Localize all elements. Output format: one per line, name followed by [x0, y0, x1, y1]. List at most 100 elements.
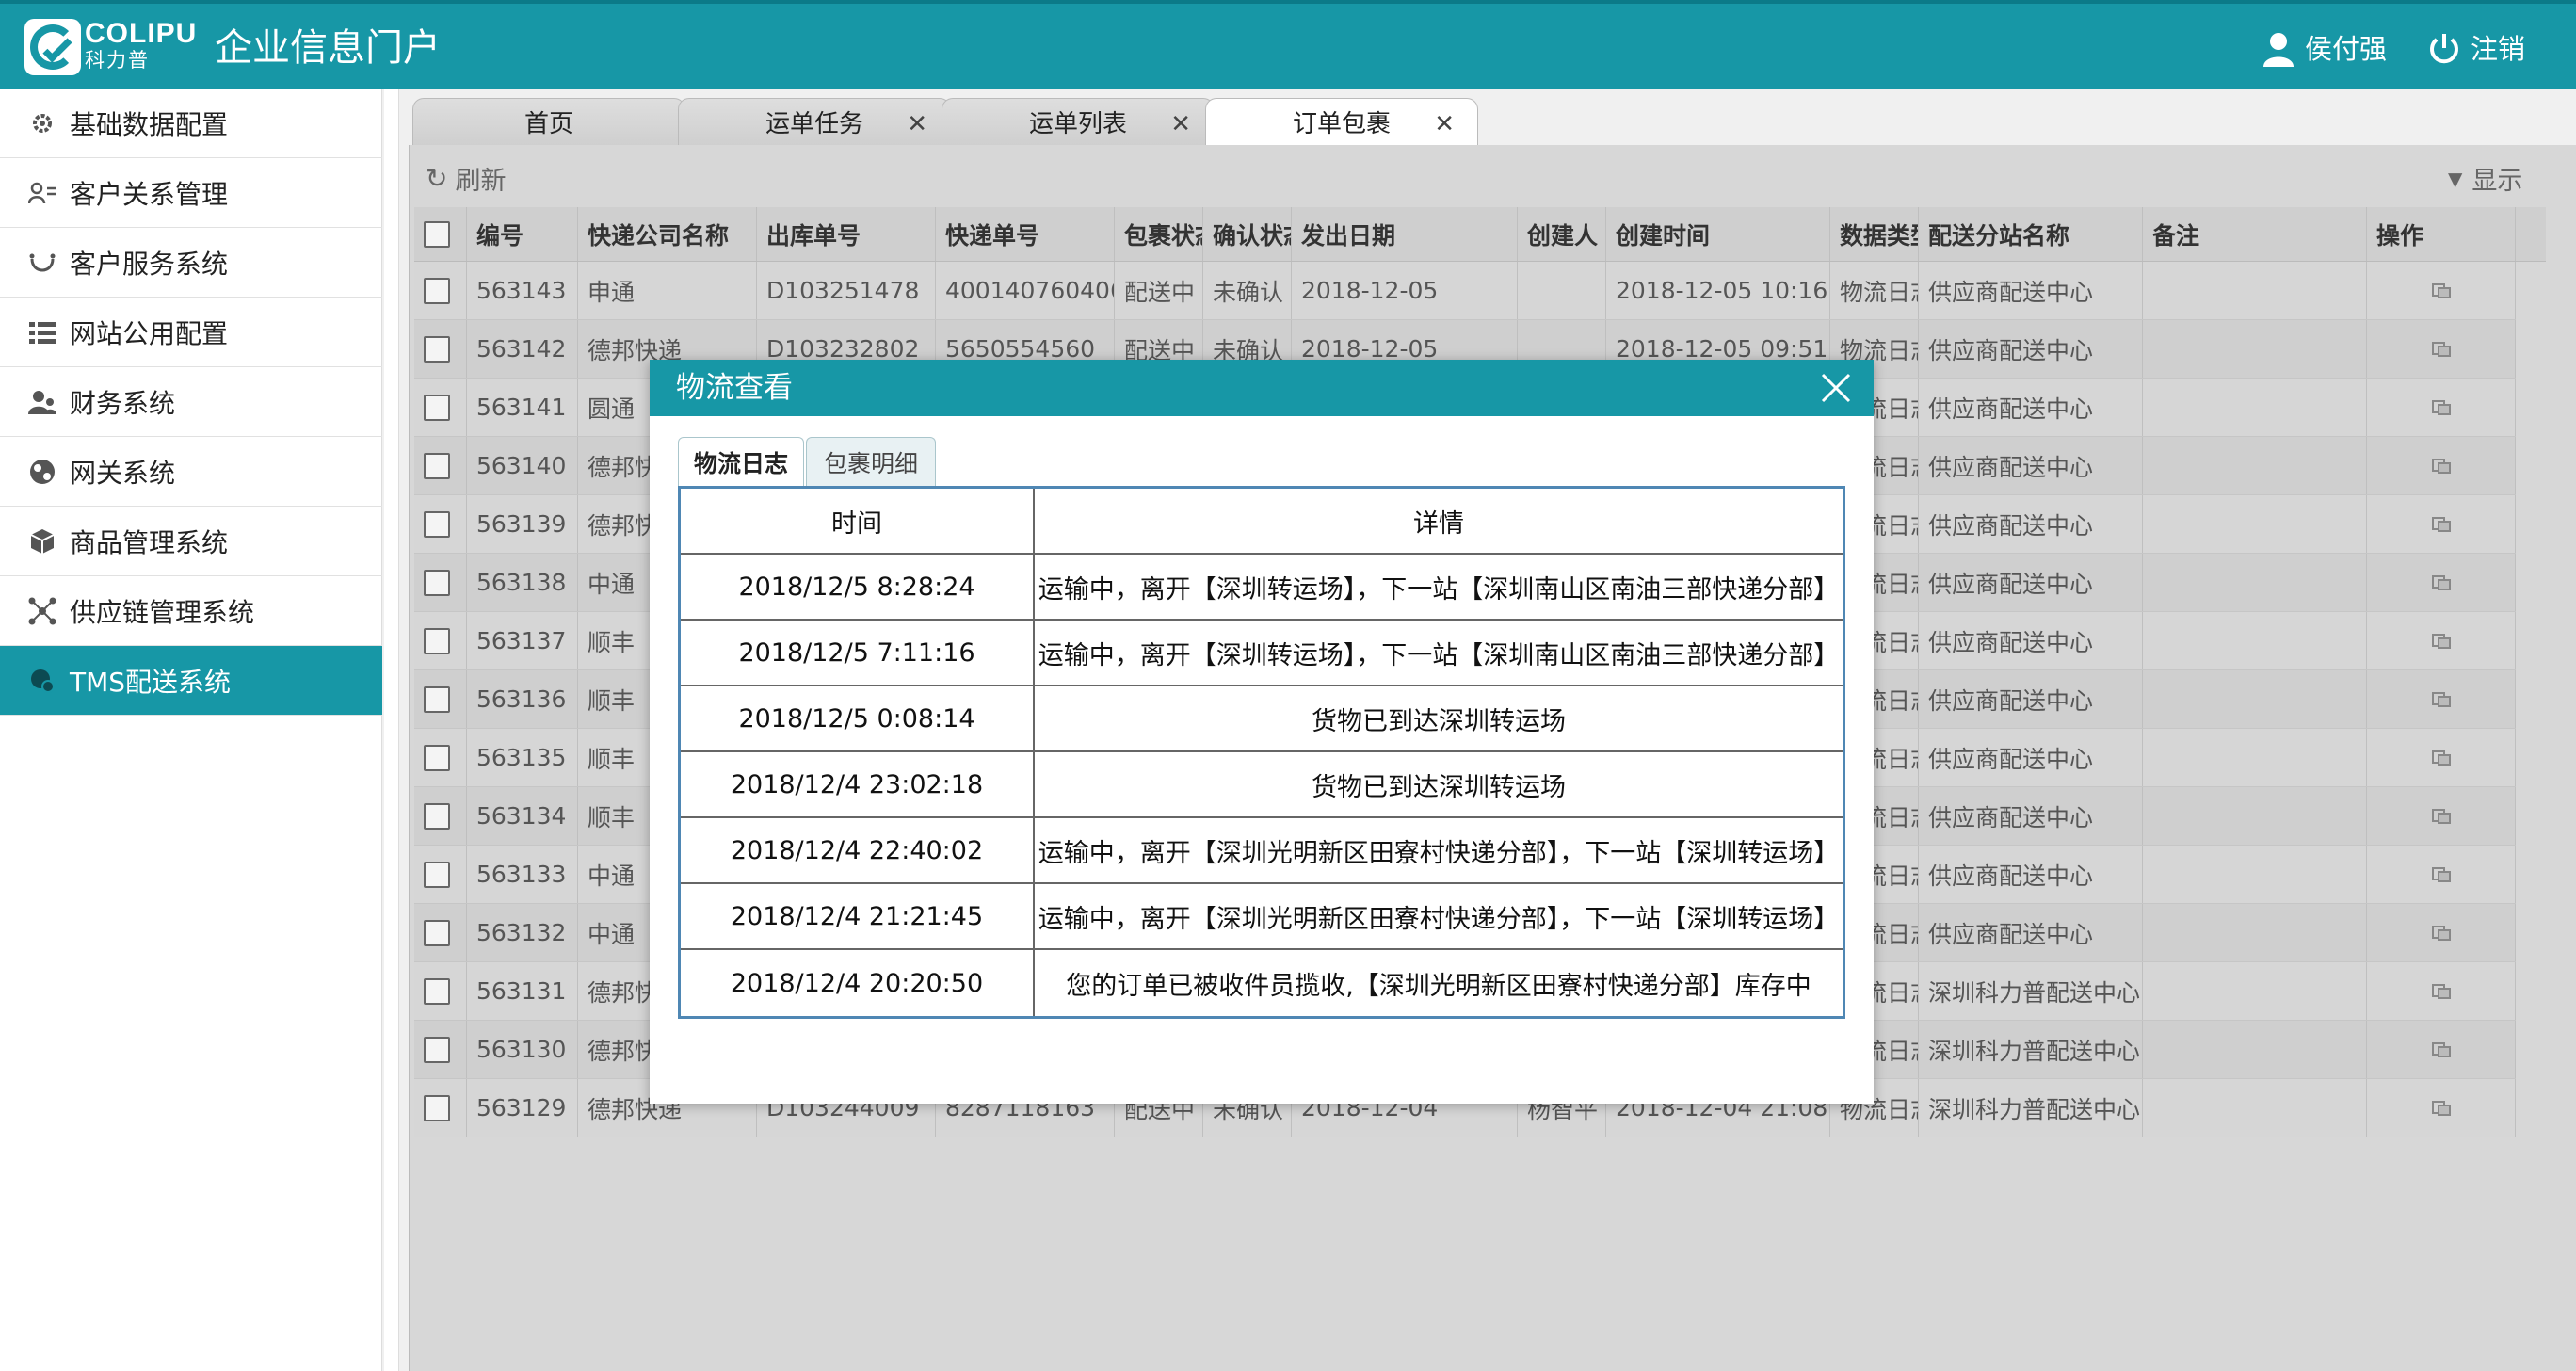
operation-cell — [2367, 670, 2516, 728]
operation-cell — [2367, 787, 2516, 845]
sidebar-item-tms[interactable]: TMS配送系统 — [0, 646, 382, 716]
view-logistics-icon[interactable] — [2431, 748, 2452, 768]
operation-cell — [2367, 846, 2516, 903]
row-checkbox[interactable] — [424, 861, 450, 888]
user-list-icon — [26, 177, 58, 209]
sidebar-item-site-config[interactable]: 网站公用配置 — [0, 298, 382, 367]
row-select-cell — [414, 437, 467, 494]
view-logistics-icon[interactable] — [2431, 281, 2452, 301]
row-select-cell — [414, 670, 467, 728]
table-cell — [2143, 1079, 2367, 1137]
sidebar-splitter[interactable] — [384, 89, 399, 1371]
column-header[interactable]: 出库单号 — [757, 207, 936, 261]
column-header[interactable]: 快递公司名称 — [578, 207, 757, 261]
sidebar-item-base-data[interactable]: 基础数据配置 — [0, 89, 382, 158]
view-logistics-icon[interactable] — [2431, 864, 2452, 885]
table-cell: 563131 — [467, 962, 578, 1020]
table-cell: 深圳科力普配送中心 — [1919, 1021, 2143, 1078]
column-header[interactable]: 配送分站名称 — [1919, 207, 2143, 261]
tab-order-packages[interactable]: 订单包裹 ✕ — [1205, 98, 1478, 145]
tab-waybill-list[interactable]: 运单列表 ✕ — [942, 98, 1215, 145]
refresh-label: 刷新 — [455, 167, 507, 196]
logistics-log-table: 时间 详情 2018/12/5 8:28:24 运输中，离开【深圳转运场】，下一站… — [678, 486, 1845, 1019]
column-header[interactable]: 编号 — [467, 207, 578, 261]
view-logistics-icon[interactable] — [2431, 573, 2452, 593]
row-checkbox[interactable] — [424, 627, 450, 654]
sidebar-item-goods[interactable]: 商品管理系统 — [0, 507, 382, 576]
column-header[interactable]: 操作 — [2367, 207, 2516, 261]
row-checkbox[interactable] — [424, 744, 450, 771]
view-logistics-icon[interactable] — [2431, 397, 2452, 418]
table-cell: 供应商配送中心 — [1919, 262, 2143, 319]
row-checkbox[interactable] — [424, 277, 450, 304]
row-checkbox[interactable] — [424, 394, 450, 421]
sidebar-item-label: 财务系统 — [70, 387, 176, 419]
row-select-cell — [414, 1079, 467, 1137]
row-select-cell — [414, 554, 467, 611]
tab-waybill-tasks[interactable]: 运单任务 ✕ — [678, 98, 951, 145]
tab-home[interactable]: 首页 — [412, 98, 685, 145]
row-checkbox[interactable] — [424, 510, 450, 538]
view-logistics-icon[interactable] — [2431, 981, 2452, 1002]
row-checkbox[interactable] — [424, 977, 450, 1005]
column-header[interactable]: 创建时间 — [1606, 207, 1830, 261]
column-header[interactable]: 确认状态 — [1203, 207, 1292, 261]
operation-cell — [2367, 495, 2516, 553]
select-all-checkbox[interactable] — [424, 220, 450, 248]
view-logistics-icon[interactable] — [2431, 1040, 2452, 1060]
table-cell: 供应商配送中心 — [1919, 495, 2143, 553]
tab-package-details[interactable]: 包裹明细 — [806, 437, 936, 486]
view-logistics-icon[interactable] — [2431, 1098, 2452, 1119]
row-checkbox[interactable] — [424, 686, 450, 713]
column-header[interactable]: 数据类型 — [1830, 207, 1919, 261]
column-header[interactable]: 创建人 — [1518, 207, 1606, 261]
sidebar-item-crm[interactable]: 客户关系管理 — [0, 158, 382, 228]
tab-logistics-log[interactable]: 物流日志 — [678, 437, 804, 486]
view-logistics-icon[interactable] — [2431, 923, 2452, 944]
column-header[interactable]: 备注 — [2143, 207, 2367, 261]
tab-label: 物流日志 — [693, 449, 788, 477]
view-logistics-icon[interactable] — [2431, 689, 2452, 710]
log-time: 2018/12/5 8:28:24 — [681, 555, 1035, 619]
row-checkbox[interactable] — [424, 335, 450, 363]
close-icon[interactable]: ✕ — [1170, 110, 1191, 138]
dialog-title: 物流查看 — [650, 360, 1874, 416]
column-header[interactable]: 发出日期 — [1292, 207, 1518, 261]
log-row: 2018/12/5 8:28:24 运输中，离开【深圳转运场】，下一站【深圳南山区… — [681, 555, 1843, 621]
top-header: COLIPU 科力普 企业信息门户 侯付强 注销 — [0, 0, 2576, 89]
sidebar-item-finance[interactable]: 财务系统 — [0, 367, 382, 437]
row-checkbox[interactable] — [424, 452, 450, 479]
refresh-button[interactable]: ↻ 刷新 — [426, 160, 506, 197]
log-row: 2018/12/5 0:08:14 货物已到达深圳转运场 — [681, 686, 1843, 752]
sidebar-item-gateway[interactable]: 网关系统 — [0, 437, 382, 507]
row-checkbox[interactable] — [424, 919, 450, 946]
table-row[interactable]: 563143 申通 D103251478 400140760406 配送中 未确认 2018… — [414, 262, 2516, 320]
view-logistics-icon[interactable] — [2431, 631, 2452, 652]
row-checkbox[interactable] — [424, 569, 450, 596]
row-checkbox[interactable] — [424, 1036, 450, 1063]
table-cell: 供应商配送中心 — [1919, 612, 2143, 669]
operation-cell — [2367, 379, 2516, 436]
view-logistics-icon[interactable] — [2431, 806, 2452, 827]
column-header[interactable]: 包裹状态 — [1115, 207, 1203, 261]
current-user[interactable]: 侯付强 — [2262, 28, 2387, 70]
log-detail: 货物已到达深圳转运场 — [1312, 706, 1566, 736]
sidebar-item-supply-chain[interactable]: 供应链管理系统 — [0, 576, 382, 646]
row-checkbox[interactable] — [424, 1094, 450, 1121]
table-cell: 2018-12-05 10:16:07 — [1606, 262, 1830, 319]
row-checkbox[interactable] — [424, 802, 450, 830]
show-columns-button[interactable]: ▼ 显示 — [2448, 160, 2522, 197]
close-icon[interactable]: ✕ — [1434, 110, 1455, 138]
logout-button[interactable]: 注销 — [2427, 28, 2525, 70]
view-logistics-icon[interactable] — [2431, 514, 2452, 535]
view-logistics-icon[interactable] — [2431, 339, 2452, 360]
view-logistics-icon[interactable] — [2431, 456, 2452, 476]
gear-icon — [26, 107, 58, 139]
tab-bar: 首页 运单任务 ✕ 运单列表 ✕ 订单包裹 ✕ — [405, 89, 2576, 145]
column-header[interactable]: 快递单号 — [936, 207, 1115, 261]
table-cell: 物流日志 — [1830, 262, 1919, 319]
close-icon[interactable] — [1819, 371, 1853, 405]
log-header-row: 时间 详情 — [681, 489, 1843, 555]
sidebar-item-customer-service[interactable]: 客户服务系统 — [0, 228, 382, 298]
close-icon[interactable]: ✕ — [907, 110, 927, 138]
